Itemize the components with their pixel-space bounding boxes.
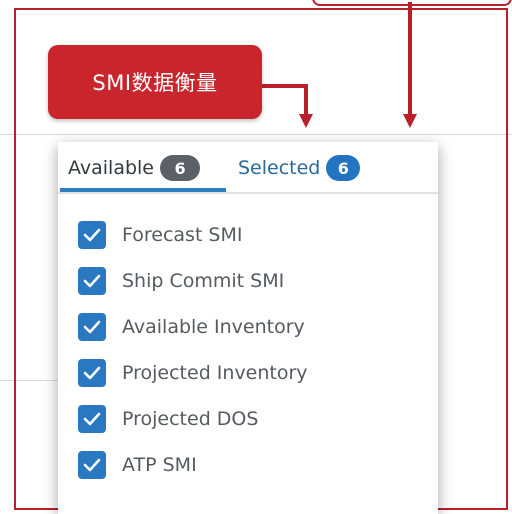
checkbox-checked[interactable] [78,405,106,433]
checkbox-checked[interactable] [78,313,106,341]
tab-available[interactable]: Available 6 [68,153,201,183]
measure-list: Forecast SMI Ship Commit SMI Available I… [78,212,418,488]
checkbox-checked[interactable] [78,451,106,479]
item-label: Forecast SMI [122,224,243,246]
callout-connector-vertical [304,84,308,114]
callout-connector-horizontal [262,84,308,88]
checkmark-icon [83,366,101,380]
active-tab-indicator [60,188,226,192]
item-label: ATP SMI [122,454,197,476]
checkbox-checked[interactable] [78,221,106,249]
checkmark-icon [83,458,101,472]
annotation-frame-tab [312,0,512,6]
item-label: Available Inventory [122,316,305,338]
checkbox-checked[interactable] [78,267,106,295]
arrow-down-icon [299,114,313,128]
available-count-badge: 6 [160,155,201,181]
checkmark-icon [83,320,101,334]
list-item[interactable]: Forecast SMI [78,212,418,258]
tab-selected[interactable]: Selected 6 [238,153,361,183]
list-item[interactable]: Ship Commit SMI [78,258,418,304]
list-item[interactable]: ATP SMI [78,442,418,488]
selected-count-badge: 6 [326,155,361,181]
list-item[interactable]: Projected DOS [78,396,418,442]
checkbox-checked[interactable] [78,359,106,387]
list-item[interactable]: Available Inventory [78,304,418,350]
checkmark-icon [83,274,101,288]
callout-label: SMI数据衡量 [48,45,262,119]
tab-available-label: Available [68,157,155,179]
measure-dropdown-panel: Available 6 Selected 6 Forecast SMI Ship… [58,142,438,514]
tab-selected-label: Selected [238,157,321,179]
frame-connector-vertical [408,2,412,114]
item-label: Ship Commit SMI [122,270,285,292]
arrow-down-icon [403,114,417,128]
item-label: Projected Inventory [122,362,308,384]
tab-bar: Available 6 Selected 6 [58,142,438,194]
item-label: Projected DOS [122,408,259,430]
checkmark-icon [83,412,101,426]
list-item[interactable]: Projected Inventory [78,350,418,396]
checkmark-icon [83,228,101,242]
